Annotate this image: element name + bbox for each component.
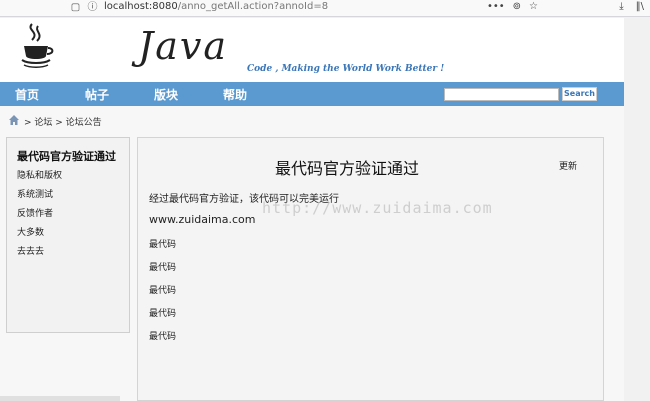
bookmark-star-icon[interactable]: ☆ [529, 1, 538, 12]
site-slogan: Code , Making the World Work Better ! [247, 64, 445, 74]
url-icons: ▢ ⓘ [70, 2, 98, 13]
library-icon[interactable]: ‖\ [636, 1, 644, 12]
url-actions: ••• ⊚ ☆ [487, 1, 538, 12]
watermark: http://www.zuidaima.com [262, 199, 493, 217]
announcement-site: www.zuidaima.com [149, 213, 256, 226]
nav-boards[interactable]: 版块 [154, 86, 178, 103]
toolbar-right: ⤓ ‖\ [619, 1, 644, 12]
url-host: localhost [104, 1, 149, 12]
sidebar-item-feedback[interactable]: 反馈作者 [17, 206, 53, 219]
java-logo-text: Java [138, 24, 229, 68]
page-actions-icon[interactable]: ••• [487, 1, 505, 12]
status-strip [0, 396, 120, 401]
pocket-icon[interactable]: ⊚ [513, 1, 521, 12]
home-icon[interactable] [8, 114, 20, 126]
breadcrumb: > 论坛 > 论坛公告 [0, 106, 624, 136]
announcement-line: 最代码 [149, 240, 177, 250]
sidebar-item-privacy[interactable]: 隐私和版权 [17, 168, 62, 181]
download-icon[interactable]: ⤓ [619, 1, 623, 12]
sidebar-item-go[interactable]: 去去去 [17, 244, 44, 257]
search-input[interactable] [444, 88, 559, 101]
url-port: :8080 [148, 1, 178, 12]
nav-home[interactable]: 首页 [15, 86, 39, 103]
announcement-title: 最代码官方验证通过 [275, 159, 420, 178]
announcement-line: 最代码 [149, 332, 177, 342]
web-page: Java Code , Making the World Work Better… [0, 18, 624, 401]
nav-help[interactable]: 帮助 [223, 86, 247, 103]
url-bar[interactable]: localhost:8080/anno_getAll.action?annoId… [104, 1, 328, 12]
announcement-panel: 最代码官方验证通过 更新 经过最代码官方验证，该代码可以完美运行 www.zui… [137, 137, 604, 401]
announcement-line: 最代码 [149, 309, 177, 319]
java-cup-icon [21, 23, 54, 68]
info-icon[interactable]: ⓘ [87, 2, 98, 13]
breadcrumb-text[interactable]: > 论坛 > 论坛公告 [24, 115, 102, 128]
browser-toolbar: ▢ ⓘ localhost:8080/anno_getAll.action?an… [0, 0, 650, 17]
nav-posts[interactable]: 帖子 [85, 86, 109, 103]
site-header: Java Code , Making the World Work Better… [0, 18, 624, 80]
sidebar: 最代码官方验证通过 隐私和版权 系统测试 反馈作者 大多数 去去去 [6, 137, 130, 333]
sidebar-item-majority[interactable]: 大多数 [17, 225, 44, 238]
window-gutter [624, 18, 650, 401]
search-button[interactable]: Search [562, 87, 597, 101]
main-nav: 首页 帖子 版块 帮助 Search [0, 82, 624, 106]
update-link[interactable]: 更新 [559, 159, 577, 172]
sidebar-title[interactable]: 最代码官方验证通过 [17, 148, 116, 164]
announcement-line: 最代码 [149, 286, 177, 296]
url-path: /anno_getAll.action?annoId=8 [177, 1, 329, 12]
page-icon[interactable]: ▢ [70, 2, 81, 13]
announcement-line: 最代码 [149, 263, 177, 273]
sidebar-item-system-test[interactable]: 系统测试 [17, 187, 53, 200]
